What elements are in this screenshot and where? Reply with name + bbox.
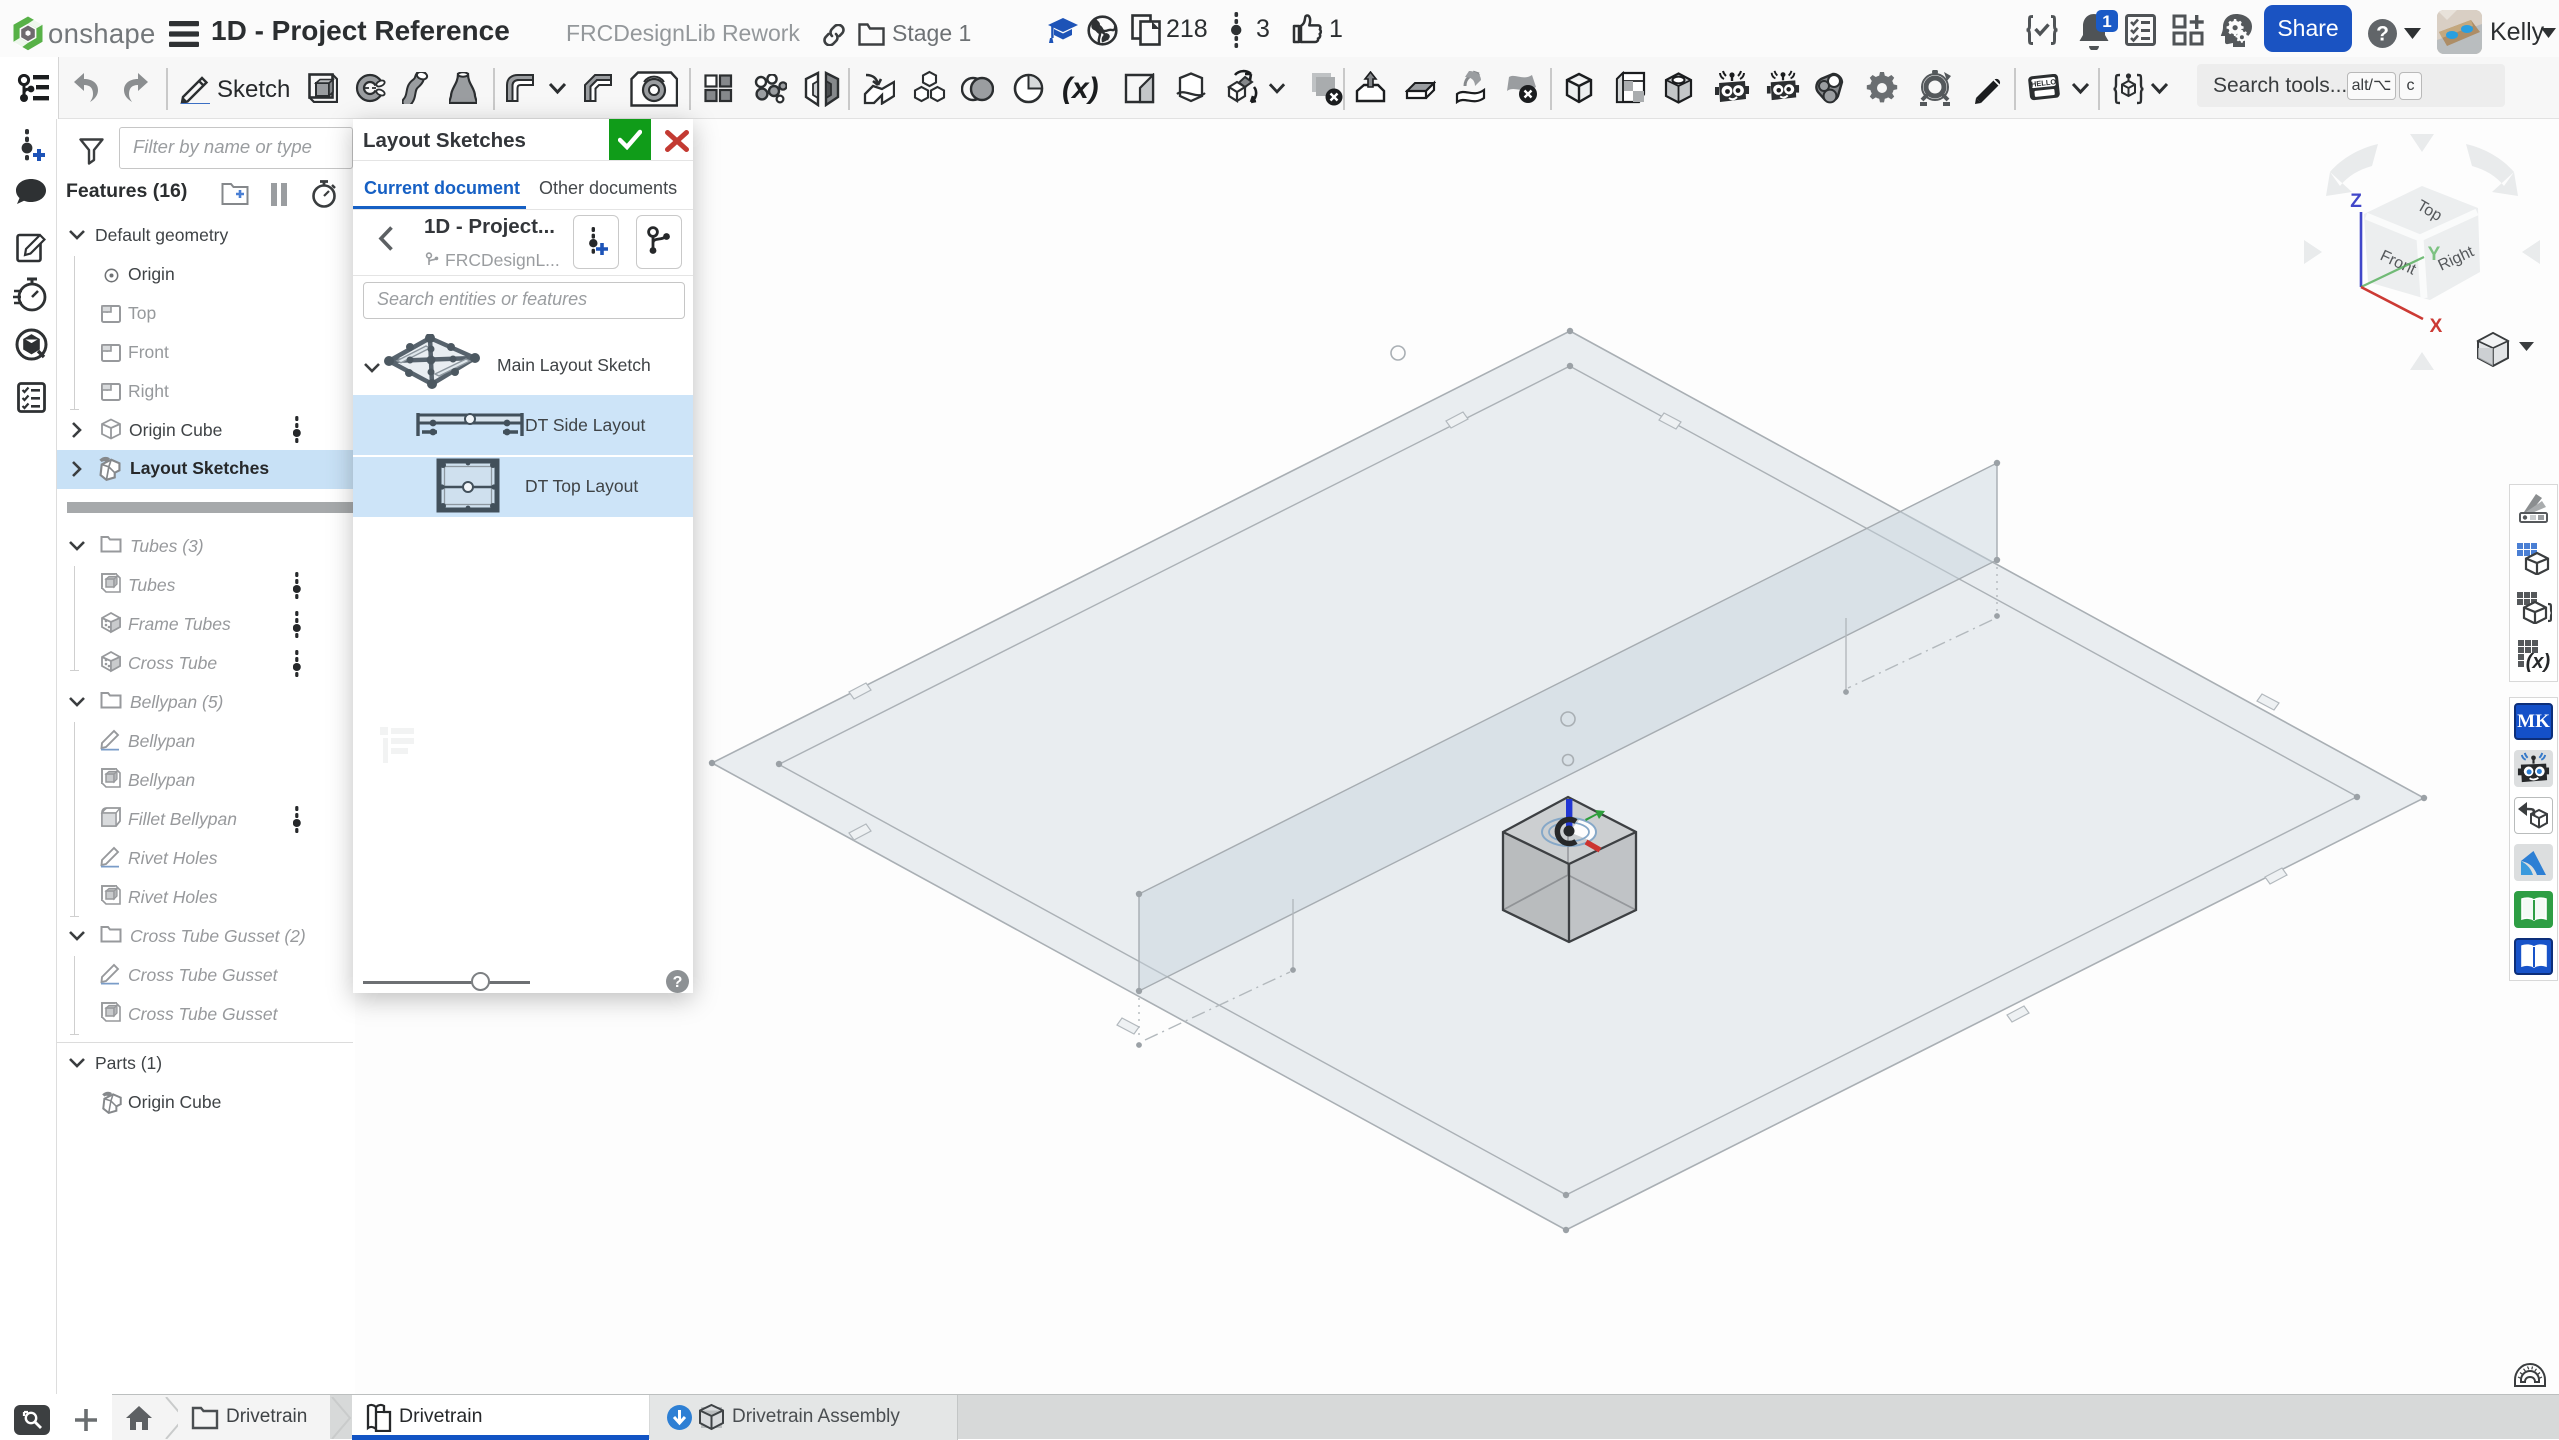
svg-text:?: ? — [2376, 23, 2389, 46]
svg-text:Z: Z — [2350, 191, 2362, 212]
svg-text:1: 1 — [2102, 12, 2111, 31]
svg-text:X: X — [2430, 316, 2443, 337]
svg-text:?: ? — [673, 974, 683, 991]
svg-text:Y: Y — [2428, 244, 2441, 265]
svg-text:(x): (x) — [2526, 651, 2551, 673]
